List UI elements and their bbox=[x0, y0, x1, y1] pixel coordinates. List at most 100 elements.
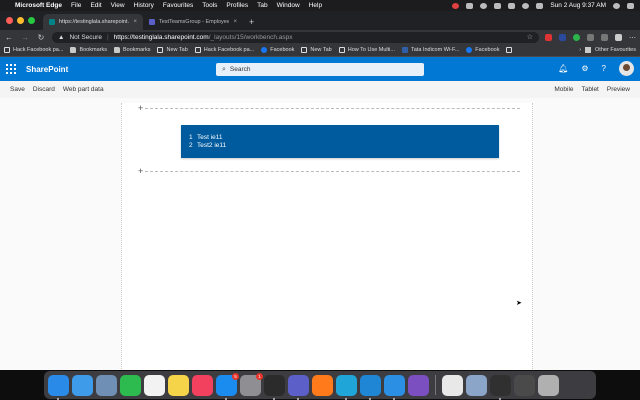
focus-icon[interactable] bbox=[480, 2, 488, 9]
address-input[interactable]: ▲ Not Secure | https://testinglala.share… bbox=[52, 31, 539, 43]
vscode-icon[interactable] bbox=[360, 374, 381, 400]
facebook-icon bbox=[466, 47, 473, 53]
menubar-clock[interactable]: Sun 2 Aug 9:37 AM bbox=[550, 2, 606, 9]
menu-favourites[interactable]: Favourites bbox=[163, 2, 193, 9]
forward-icon[interactable]: → bbox=[20, 33, 30, 42]
bookmark-item[interactable]: Tata Indicom Wi-F... bbox=[402, 47, 459, 53]
app-store-icon[interactable]: 5 bbox=[216, 372, 239, 400]
profile-avatar[interactable] bbox=[615, 33, 622, 41]
wifi-icon[interactable] bbox=[522, 2, 530, 9]
calendar-icon[interactable] bbox=[144, 374, 165, 396]
airplay-icon[interactable] bbox=[508, 2, 516, 9]
system-preferences-icon[interactable]: 1 bbox=[240, 372, 263, 396]
bookmark-item[interactable]: Hack Facebook pa... bbox=[4, 47, 63, 53]
collections-icon[interactable] bbox=[601, 33, 608, 41]
obs-icon[interactable] bbox=[490, 374, 511, 400]
webpart-list[interactable]: 1 Test ie11 2 Test2 ie11 bbox=[181, 125, 499, 158]
refresh-icon[interactable]: ↻ bbox=[36, 33, 46, 42]
menu-profiles[interactable]: Profiles bbox=[226, 2, 248, 9]
tab-workbench[interactable]: https://testinglala.sharepoint.c × bbox=[43, 14, 143, 30]
menubar-app-name[interactable]: Microsoft Edge bbox=[15, 2, 62, 9]
tablet-preview-button[interactable]: Tablet bbox=[582, 86, 599, 93]
lastpass-icon[interactable] bbox=[452, 2, 460, 9]
firefox-icon[interactable] bbox=[312, 374, 333, 396]
extension-icon[interactable] bbox=[545, 33, 552, 41]
back-icon[interactable]: ← bbox=[4, 33, 14, 42]
menu-window[interactable]: Window bbox=[277, 2, 300, 9]
user-avatar[interactable] bbox=[619, 61, 634, 76]
menu-tools[interactable]: Tools bbox=[202, 2, 217, 9]
search-input[interactable]: ⌕ Search bbox=[216, 63, 424, 76]
add-section-plus-icon[interactable]: + bbox=[138, 104, 143, 113]
new-tab-icon[interactable]: + bbox=[243, 17, 260, 30]
bookmark-label: Hack Facebook pa... bbox=[203, 47, 255, 53]
bookmark-item[interactable] bbox=[506, 47, 513, 53]
discard-button[interactable]: Discard bbox=[33, 86, 55, 93]
teams-icon[interactable] bbox=[288, 374, 309, 400]
favourites-icon[interactable] bbox=[587, 33, 594, 41]
display-icon[interactable] bbox=[494, 2, 502, 9]
facetime-icon[interactable] bbox=[120, 374, 141, 396]
screen-icon[interactable] bbox=[466, 2, 474, 9]
close-window-button[interactable] bbox=[6, 17, 13, 24]
bookmark-item[interactable]: New Tab bbox=[301, 47, 332, 53]
help-icon[interactable]: ? bbox=[602, 64, 606, 73]
bookmark-item[interactable]: How To Use Multi... bbox=[338, 47, 395, 53]
running-indicator bbox=[499, 397, 501, 400]
bookmark-item[interactable]: Hack Facebook pa... bbox=[194, 47, 255, 53]
notification-badge: 1 bbox=[256, 372, 263, 380]
photo-icon[interactable] bbox=[466, 374, 487, 396]
minimize-window-button[interactable] bbox=[17, 17, 24, 24]
preview-icon[interactable] bbox=[96, 374, 117, 396]
extension-icon[interactable] bbox=[573, 33, 580, 41]
close-tab-icon[interactable]: × bbox=[233, 19, 237, 25]
control-center-icon[interactable] bbox=[627, 2, 634, 9]
mobile-preview-button[interactable]: Mobile bbox=[554, 86, 573, 93]
other-favourites[interactable]: › Other Favourites bbox=[579, 47, 636, 53]
siri-icon[interactable] bbox=[613, 2, 620, 9]
bookmark-folder[interactable]: Bookmarks bbox=[70, 47, 107, 53]
bookmark-item[interactable]: Facebook bbox=[466, 47, 499, 53]
azure-storage-icon[interactable] bbox=[384, 374, 405, 400]
menu-help[interactable]: Help bbox=[309, 2, 322, 9]
security-status[interactable]: Not Secure bbox=[69, 34, 102, 41]
sharepoint-title[interactable]: SharePoint bbox=[26, 65, 68, 74]
edge-icon[interactable] bbox=[336, 374, 357, 400]
bookmark-item[interactable]: Facebook bbox=[261, 47, 294, 53]
bookmark-folder[interactable]: Bookmarks bbox=[113, 47, 150, 53]
menu-file[interactable]: File bbox=[71, 2, 81, 9]
trash-icon[interactable] bbox=[538, 374, 559, 396]
music-icon[interactable] bbox=[192, 374, 213, 396]
more-menu-icon[interactable]: ⋯ bbox=[629, 34, 636, 42]
mouse-cursor-icon: ➤ bbox=[516, 300, 522, 307]
extension-icon[interactable] bbox=[559, 33, 566, 41]
page-icon bbox=[338, 47, 345, 53]
settings-gear-icon[interactable]: ⚙ bbox=[581, 64, 588, 73]
favourite-star-icon[interactable]: ☆ bbox=[527, 33, 533, 41]
visual-studio-icon[interactable] bbox=[408, 374, 429, 396]
app-launcher-icon[interactable] bbox=[6, 64, 16, 74]
preview-button[interactable]: Preview bbox=[607, 86, 630, 93]
save-button[interactable]: Save bbox=[10, 86, 25, 93]
terminal-icon[interactable] bbox=[264, 374, 285, 400]
menu-tab[interactable]: Tab bbox=[257, 2, 267, 9]
notes-icon[interactable] bbox=[168, 374, 189, 396]
safari-icon[interactable] bbox=[72, 374, 93, 396]
bookmark-item[interactable]: New Tab bbox=[157, 47, 188, 53]
menu-view[interactable]: View bbox=[111, 2, 125, 9]
close-tab-icon[interactable]: × bbox=[133, 19, 137, 25]
add-section-plus-icon[interactable]: + bbox=[138, 167, 143, 176]
finder-icon[interactable] bbox=[48, 374, 69, 400]
battery-icon[interactable] bbox=[536, 2, 544, 9]
zoom-window-button[interactable] bbox=[28, 17, 35, 24]
menu-history[interactable]: History bbox=[134, 2, 154, 9]
chevron-right-icon[interactable]: › bbox=[579, 47, 581, 53]
menu-edit[interactable]: Edit bbox=[90, 2, 101, 9]
textedit-icon[interactable] bbox=[442, 374, 463, 396]
notifications-bell-icon[interactable]: 🔔︎ bbox=[558, 64, 568, 73]
folder-stack-icon[interactable] bbox=[514, 374, 535, 396]
tab-teams-group[interactable]: TestTeamsGroup - Employee × bbox=[143, 14, 243, 30]
notification-badge: 5 bbox=[232, 372, 239, 380]
search-icon: ⌕ bbox=[222, 65, 226, 73]
web-part-data-button[interactable]: Web part data bbox=[63, 86, 104, 93]
